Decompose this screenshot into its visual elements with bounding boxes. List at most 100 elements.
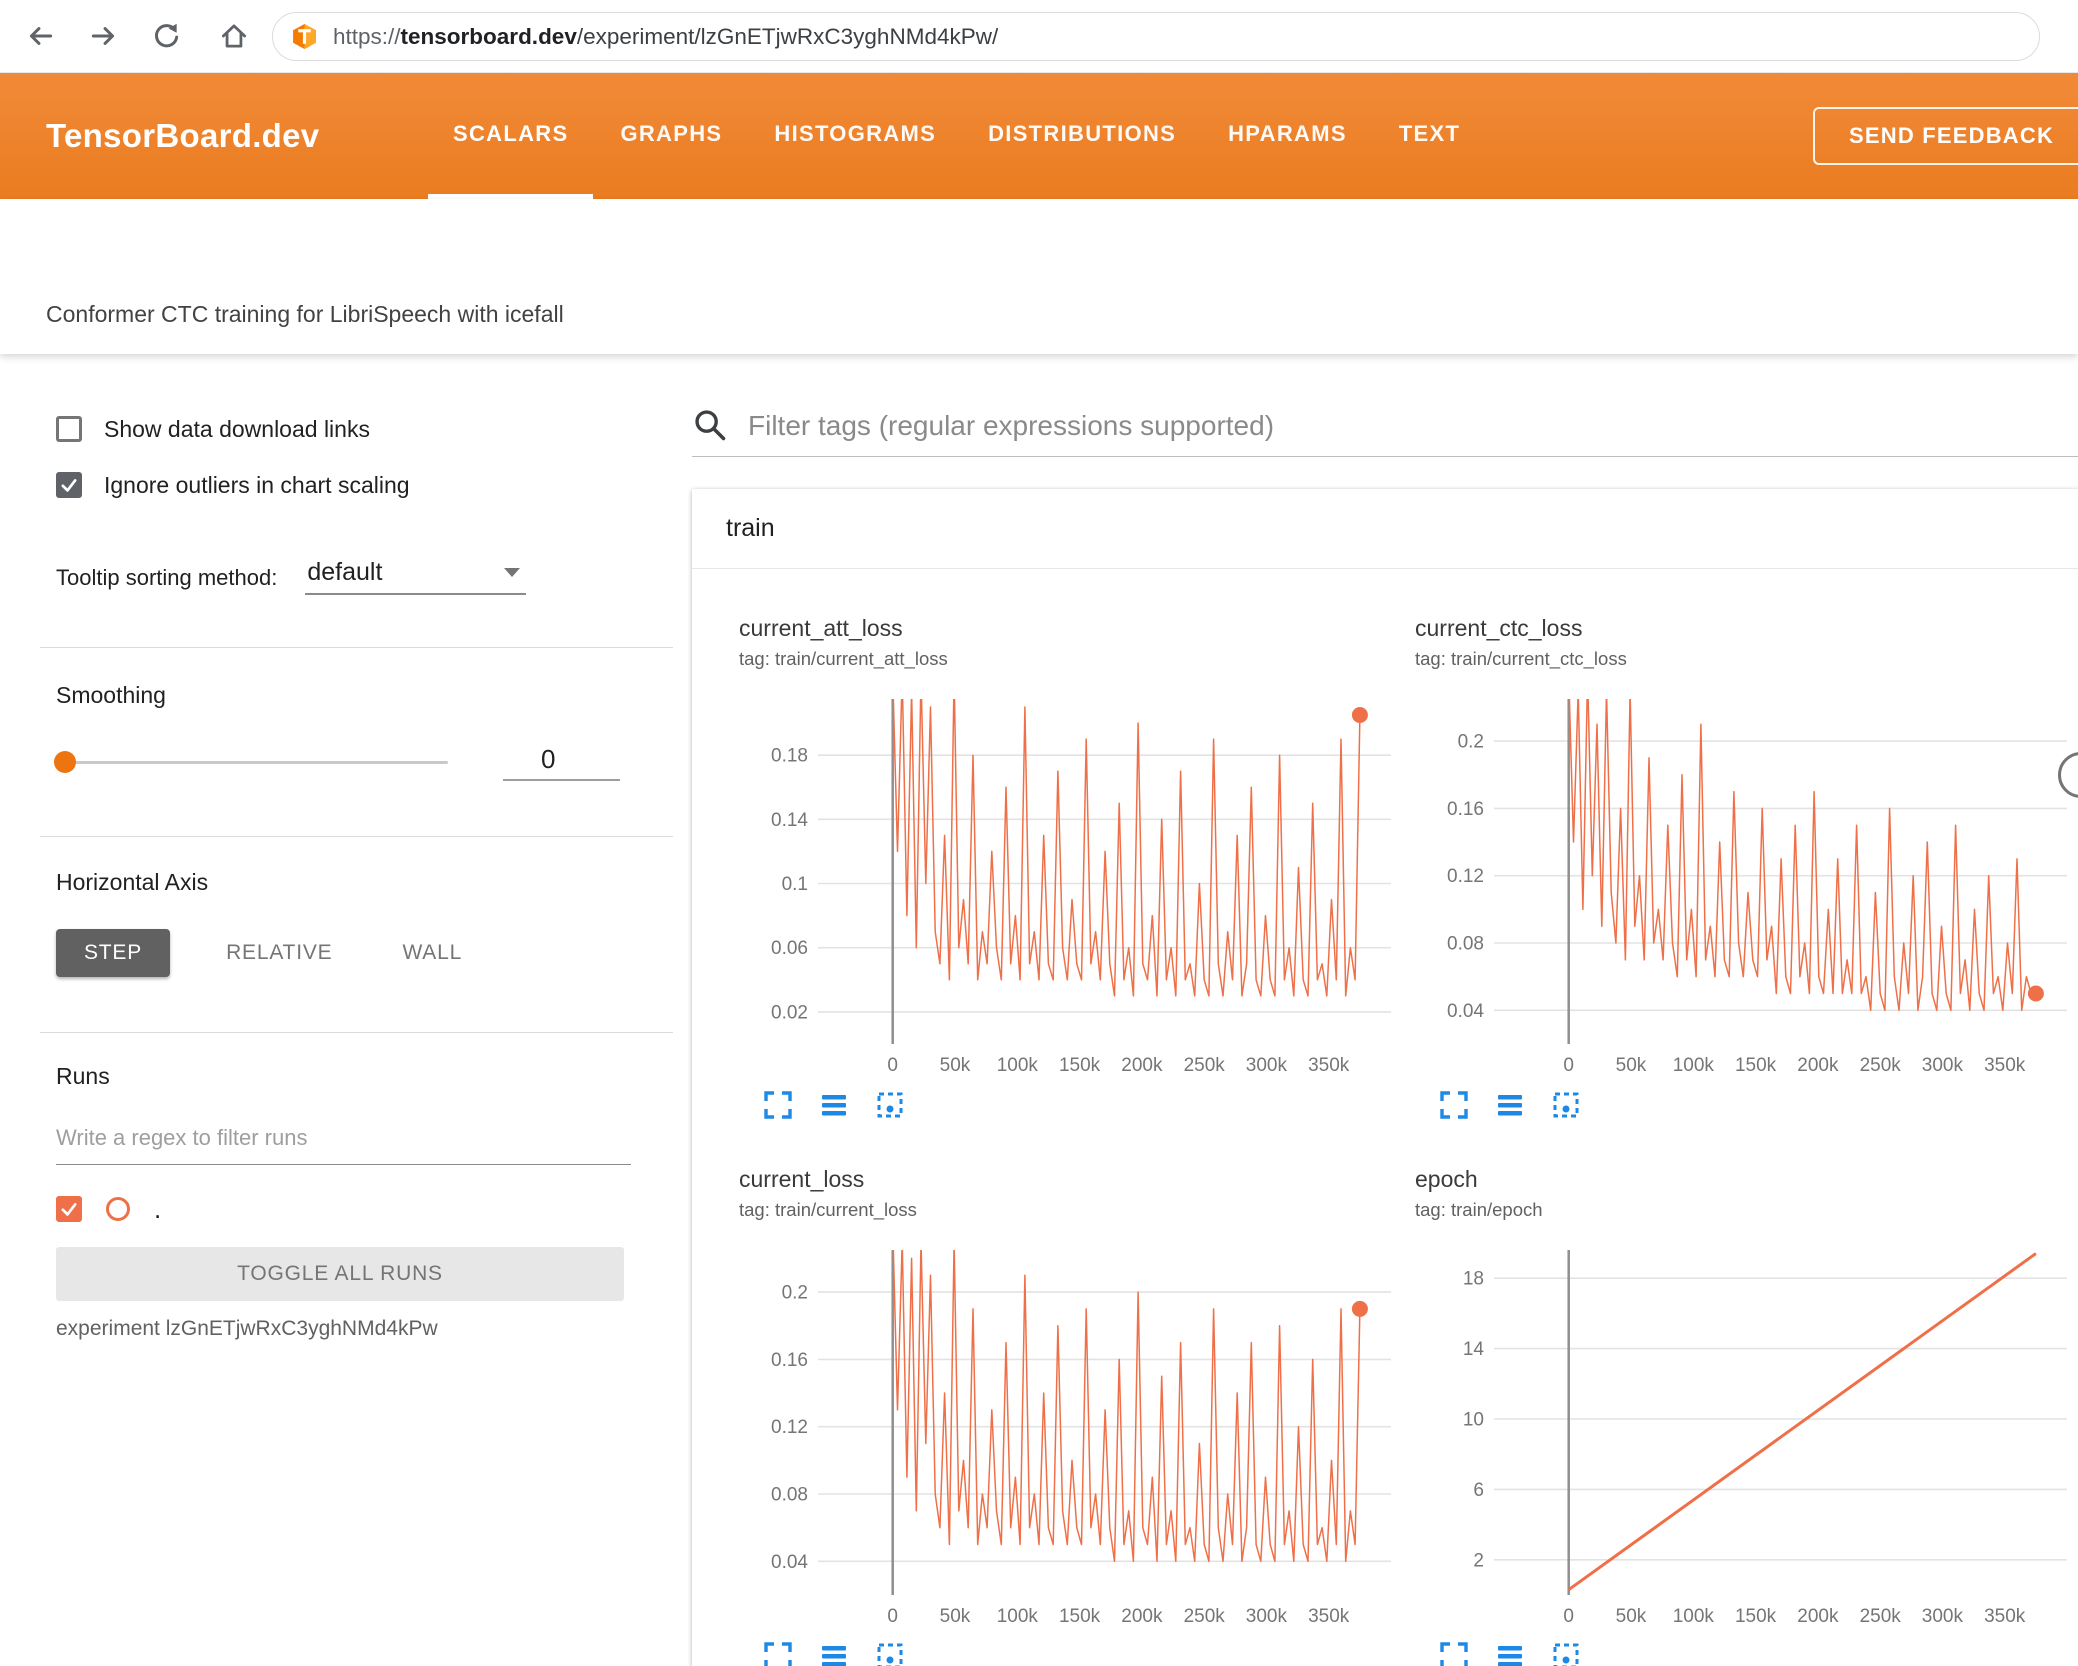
back-icon[interactable] [18, 14, 62, 58]
smoothing-slider-knob[interactable] [54, 750, 76, 773]
fit-domain-icon[interactable] [1551, 1641, 1581, 1666]
svg-text:0: 0 [887, 1606, 898, 1627]
y-axis-toggle-icon[interactable] [819, 1641, 849, 1666]
svg-text:0.16: 0.16 [771, 1350, 808, 1371]
train-card: train current_att_loss tag: train/curren… [692, 489, 2078, 1666]
axis-relative-button[interactable]: RELATIVE [212, 941, 346, 965]
svg-text:0.04: 0.04 [771, 1552, 808, 1573]
url-bar[interactable]: https://tensorboard.dev/experiment/lzGnE… [272, 12, 2040, 61]
chart-title: current_ctc_loss [1415, 615, 1583, 641]
chart-tag: tag: train/epoch [1415, 1199, 1543, 1220]
tooltip-sorting-select[interactable]: default [305, 558, 527, 595]
page: https://tensorboard.dev/experiment/lzGnE… [0, 0, 2078, 1666]
fit-domain-icon[interactable] [875, 1090, 905, 1120]
svg-text:0.04: 0.04 [1447, 1001, 1484, 1022]
experiment-title: Conformer CTC training for LibriSpeech w… [46, 301, 564, 327]
svg-text:0.16: 0.16 [1447, 799, 1484, 820]
expand-chart-icon[interactable] [763, 1090, 793, 1120]
home-icon[interactable] [212, 14, 256, 58]
axis-wall-button[interactable]: WALL [388, 941, 476, 965]
train-section-title[interactable]: train [692, 489, 2078, 569]
tab-scalars[interactable]: SCALARS [428, 73, 594, 199]
line-chart-epoch[interactable]: 2 6 10 14 18 0 50k 100k 150k 200k 250k 300k 350k [1415, 1236, 2078, 1629]
svg-text:100k: 100k [997, 1055, 1039, 1076]
svg-text:0.1: 0.1 [782, 874, 808, 895]
browser-bar: https://tensorboard.dev/experiment/lzGnE… [0, 0, 2078, 73]
svg-text:250k: 250k [1860, 1055, 1902, 1076]
show-download-links-row: Show data download links [56, 409, 670, 449]
svg-text:300k: 300k [1922, 1055, 1964, 1076]
chart-card-epoch: epoch tag: train/epoch 2 6 10 14 18 0 50k 100k 1… [1415, 1120, 2078, 1666]
chart-card-current-att-loss: current_att_loss tag: train/current_att_… [739, 569, 1415, 1120]
tab-graphs[interactable]: GRAPHS [595, 73, 747, 199]
chart-title: epoch [1415, 1166, 1478, 1192]
y-axis-toggle-icon[interactable] [819, 1090, 849, 1120]
chart-toolbar [1439, 1090, 2078, 1120]
ignore-outliers-row: Ignore outliers in chart scaling [56, 465, 670, 505]
svg-text:150k: 150k [1059, 1055, 1101, 1076]
y-axis-toggle-icon[interactable] [1495, 1641, 1525, 1666]
run-checkbox[interactable] [56, 1196, 82, 1222]
fit-domain-icon[interactable] [875, 1641, 905, 1666]
svg-text:0.08: 0.08 [1447, 934, 1484, 955]
svg-text:200k: 200k [1121, 1606, 1163, 1627]
line-chart-current-ctc-loss[interactable]: 0.04 0.08 0.12 0.16 0.2 0 50k 100k 150k 200k 250k 3… [1415, 685, 2078, 1078]
svg-text:0.12: 0.12 [1447, 866, 1484, 887]
run-color-swatch-icon[interactable] [106, 1197, 130, 1221]
line-chart-current-att-loss[interactable]: 0.02 0.06 0.1 0.14 0.18 0 50k 100k 150k 200k 250k 3… [739, 685, 1405, 1078]
svg-text:0: 0 [887, 1055, 898, 1076]
reload-icon[interactable] [144, 14, 188, 58]
svg-text:0: 0 [1563, 1606, 1574, 1627]
tab-hparams[interactable]: HPARAMS [1203, 73, 1372, 199]
svg-text:200k: 200k [1797, 1606, 1839, 1627]
smoothing-value-field[interactable]: 0 [503, 744, 620, 781]
svg-text:350k: 350k [1984, 1606, 2026, 1627]
run-row: . [56, 1189, 670, 1229]
expand-chart-icon[interactable] [763, 1641, 793, 1666]
horizontal-axis-label: Horizontal Axis [56, 869, 209, 895]
ignore-outliers-label: Ignore outliers in chart scaling [104, 471, 410, 498]
expand-chart-icon[interactable] [1439, 1090, 1469, 1120]
tab-text[interactable]: TEXT [1374, 73, 1485, 199]
divider [40, 836, 673, 837]
tab-histograms[interactable]: HISTOGRAMS [749, 73, 961, 199]
svg-text:0.06: 0.06 [771, 938, 808, 959]
expand-chart-icon[interactable] [1439, 1641, 1469, 1666]
svg-text:50k: 50k [940, 1055, 971, 1076]
nav-tabs: SCALARS GRAPHS HISTOGRAMS DISTRIBUTIONS … [428, 73, 1485, 199]
svg-text:2: 2 [1473, 1550, 1484, 1571]
tooltip-sorting-row: Tooltip sorting method: default [56, 555, 670, 595]
line-chart-current-loss[interactable]: 0.04 0.08 0.12 0.16 0.2 0 50k 100k 150k 200k 250k 3… [739, 1236, 1405, 1629]
send-feedback-button[interactable]: SEND FEEDBACK [1813, 107, 2078, 165]
smoothing-slider[interactable] [54, 750, 448, 773]
svg-text:0.2: 0.2 [782, 1283, 808, 1304]
svg-text:0.18: 0.18 [771, 746, 808, 767]
url-scheme: https:// [333, 23, 401, 49]
axis-step-button[interactable]: STEP [56, 929, 171, 977]
chart-title: current_att_loss [739, 615, 903, 641]
svg-text:0.2: 0.2 [1458, 732, 1484, 753]
svg-text:0: 0 [1563, 1055, 1574, 1076]
svg-text:150k: 150k [1735, 1055, 1777, 1076]
svg-text:14: 14 [1463, 1339, 1485, 1360]
svg-text:150k: 150k [1735, 1606, 1777, 1627]
content: Show data download links Ignore outliers… [0, 354, 2078, 1666]
chart-card-current-ctc-loss: current_ctc_loss tag: train/current_ctc_… [1415, 569, 2078, 1120]
y-axis-toggle-icon[interactable] [1495, 1090, 1525, 1120]
main-area: train current_att_loss tag: train/curren… [670, 354, 2078, 1666]
tab-distributions[interactable]: DISTRIBUTIONS [963, 73, 1201, 199]
show-download-links-label: Show data download links [104, 415, 370, 442]
forward-icon[interactable] [82, 14, 126, 58]
sidebar: Show data download links Ignore outliers… [0, 354, 673, 1666]
chart-tag: tag: train/current_loss [739, 1199, 917, 1220]
show-download-links-checkbox[interactable] [56, 416, 82, 442]
svg-text:100k: 100k [1673, 1606, 1715, 1627]
ignore-outliers-checkbox[interactable] [56, 472, 82, 498]
filter-tags-input[interactable] [746, 409, 2078, 443]
chart-toolbar [763, 1090, 1415, 1120]
toggle-all-runs-button[interactable]: TOGGLE ALL RUNS [56, 1247, 624, 1301]
svg-text:200k: 200k [1121, 1055, 1163, 1076]
fit-domain-icon[interactable] [1551, 1090, 1581, 1120]
svg-text:100k: 100k [997, 1606, 1039, 1627]
runs-filter-input[interactable] [56, 1117, 631, 1165]
